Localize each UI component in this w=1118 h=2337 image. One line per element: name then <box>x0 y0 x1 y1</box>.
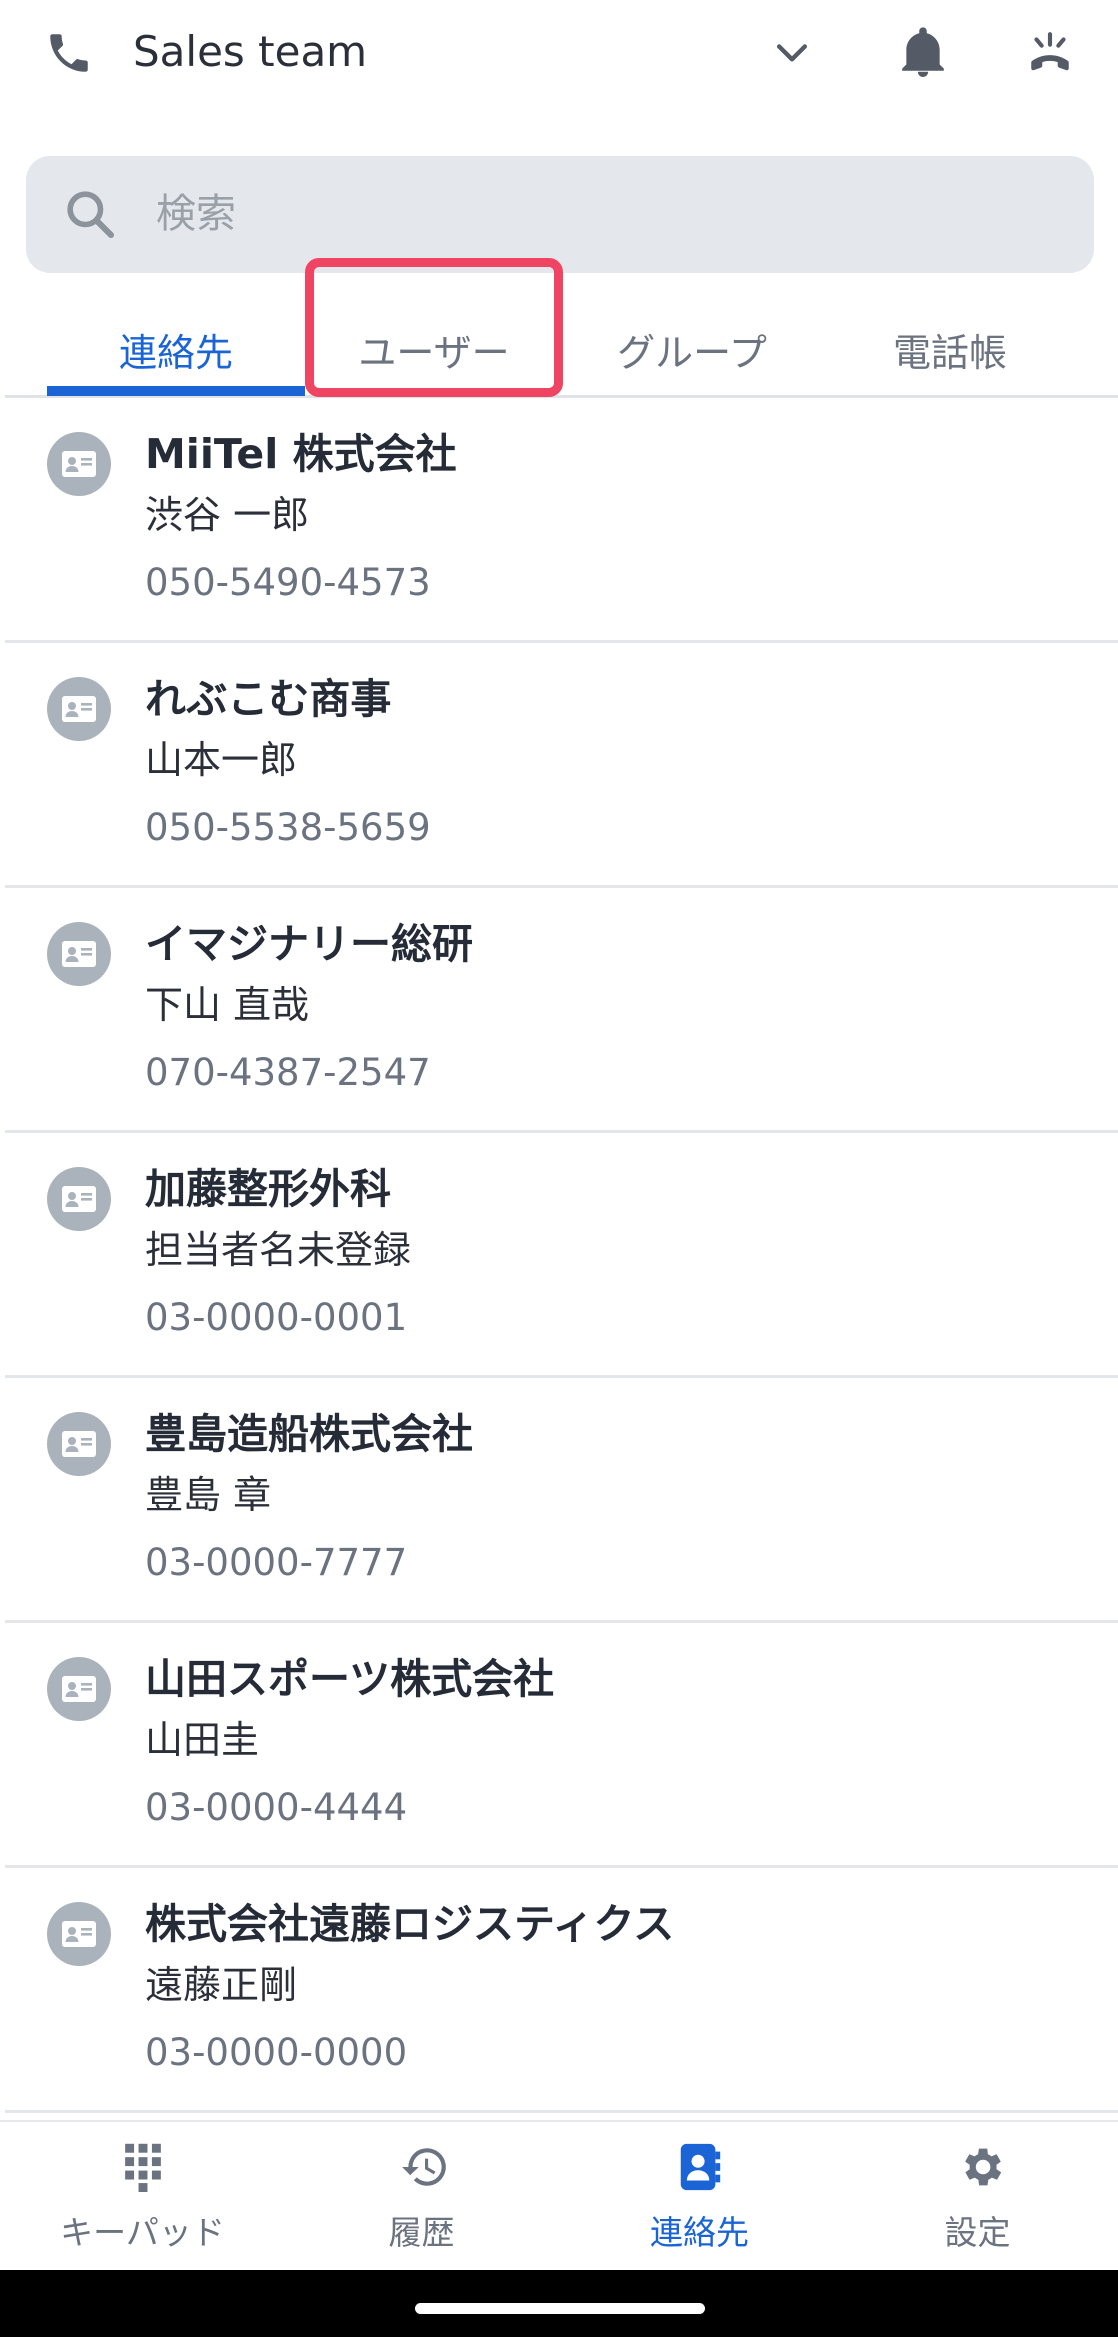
company-name: MiiTel 株式会社 <box>145 430 457 478</box>
contact-person: 山本一郎 <box>145 738 298 782</box>
nav-contacts[interactable]: 連絡先 <box>560 2142 839 2262</box>
contact-row[interactable]: イマジナリー総研下山 直哉 070-4387-2547 <box>5 888 1118 1133</box>
nav-label: 履歴 <box>388 2213 455 2252</box>
team-title[interactable]: Sales team <box>133 24 367 80</box>
contact-row[interactable]: 豊島造船株式会社豊島 章 03-0000-7777 <box>5 1378 1118 1623</box>
phone-number: 050-5490-4573 <box>145 561 431 604</box>
contact-card-icon <box>47 1412 111 1476</box>
contact-person: 豊島 章 <box>145 1473 272 1517</box>
search-icon <box>62 186 118 242</box>
contact-row[interactable]: 加藤整形外科担当者名未登録 03-0000-0001 <box>5 1133 1118 1378</box>
chevron-down-icon[interactable] <box>770 30 814 74</box>
active-tab-indicator <box>47 386 305 396</box>
contact-person: 渋谷 一郎 <box>145 493 310 537</box>
phone-number: 03-0000-0000 <box>145 2031 408 2074</box>
contact-row[interactable]: 山田スポーツ株式会社山田圭 03-0000-4444 <box>5 1623 1118 1868</box>
phone-number: 03-0000-4444 <box>145 1786 408 1829</box>
search-input[interactable] <box>156 178 1036 250</box>
contact-person: 山田圭 <box>145 1718 260 1762</box>
contact-person: 担当者名未登録 <box>145 1228 412 1272</box>
history-icon <box>400 2142 446 2192</box>
app-header: Sales team <box>0 0 1118 110</box>
highlight-box <box>305 258 563 397</box>
tab-groups[interactable]: グループ <box>563 300 821 398</box>
phone-number: 03-0000-0001 <box>145 1296 408 1339</box>
phone-icon[interactable] <box>44 28 94 78</box>
bell-icon[interactable] <box>898 24 948 80</box>
nav-label: 連絡先 <box>650 2213 749 2252</box>
contact-row[interactable]: MiiTel 株式会社渋谷 一郎 050-5490-4573 <box>5 398 1118 643</box>
search-bar[interactable] <box>26 156 1094 273</box>
phone-number: 03-0000-7777 <box>145 1541 408 1584</box>
company-name: 豊島造船株式会社 <box>145 1410 473 1458</box>
nav-label: キーパッド <box>60 2213 225 2252</box>
nav-label: 設定 <box>944 2213 1011 2252</box>
tab-label: 連絡先 <box>118 330 233 375</box>
contact-list: MiiTel 株式会社渋谷 一郎 050-5490-4573 れぶこむ商事山本一郎 0… <box>5 398 1118 2113</box>
contact-card-icon <box>47 922 111 986</box>
phone-number: 050-5538-5659 <box>145 806 431 849</box>
system-gesture-bar <box>0 2270 1118 2337</box>
contact-person: 遠藤正剛 <box>145 1963 298 2007</box>
contact-card-icon <box>47 432 111 496</box>
company-name: 加藤整形外科 <box>145 1165 391 1213</box>
contact-card-icon <box>47 1902 111 1966</box>
contact-card-icon <box>47 1657 111 1721</box>
nav-settings[interactable]: 設定 <box>838 2142 1117 2262</box>
contact-card-icon <box>47 1167 111 1231</box>
home-indicator[interactable] <box>415 2303 705 2314</box>
hang-up-icon[interactable] <box>1025 28 1075 78</box>
tab-label: グループ <box>617 330 767 375</box>
tab-label: 電話帳 <box>892 330 1007 375</box>
company-name: イマジナリー総研 <box>145 920 473 968</box>
tab-contacts[interactable]: 連絡先 <box>47 300 305 398</box>
contact-row[interactable]: 株式会社遠藤ロジスティクス遠藤正剛 03-0000-0000 <box>5 1868 1118 2113</box>
gear-icon <box>956 2142 1002 2192</box>
company-name: れぶこむ商事 <box>145 675 392 723</box>
contacts-icon <box>678 2142 722 2192</box>
nav-history[interactable]: 履歴 <box>282 2142 561 2262</box>
contact-person: 下山 直哉 <box>145 983 310 1027</box>
company-name: 株式会社遠藤ロジスティクス <box>145 1900 675 1948</box>
bottom-nav: キーパッド 履歴 連絡先 設定 <box>0 2120 1118 2270</box>
contact-card-icon <box>47 677 111 741</box>
contact-row[interactable]: れぶこむ商事山本一郎 050-5538-5659 <box>5 643 1118 888</box>
phone-number: 070-4387-2547 <box>145 1051 431 1094</box>
nav-keypad[interactable]: キーパッド <box>3 2142 282 2262</box>
company-name: 山田スポーツ株式会社 <box>145 1655 555 1703</box>
keypad-icon <box>121 2142 165 2192</box>
tab-phonebook[interactable]: 電話帳 <box>821 300 1079 398</box>
